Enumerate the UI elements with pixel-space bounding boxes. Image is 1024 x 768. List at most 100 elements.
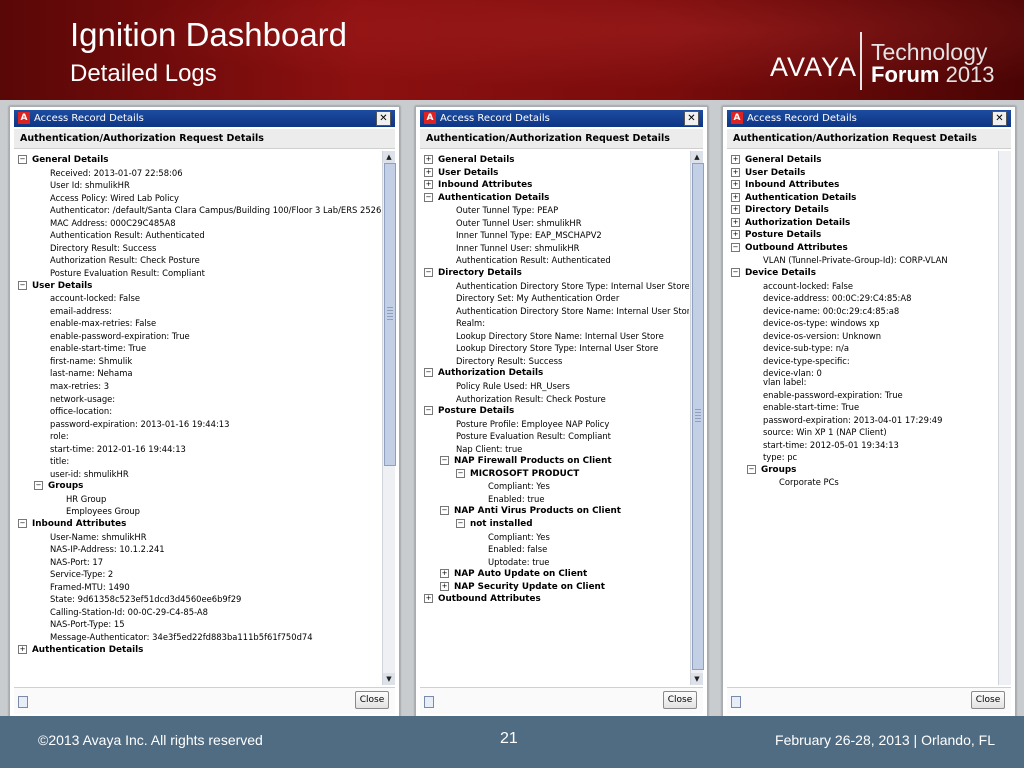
window-title-bar[interactable]: A Access Record Details ✕ (420, 110, 703, 127)
tree-node[interactable]: + Outbound Attributes (424, 593, 541, 605)
tree-node[interactable]: + NAP Auto Update on Client (440, 568, 587, 580)
tree-node[interactable]: + NAP Security Update on Client (440, 581, 605, 593)
tree-node[interactable]: − Device Details (731, 267, 816, 279)
tree-label: password-expiration: 2013-04-01 17:29:49 (763, 414, 943, 425)
expand-icon[interactable]: + (731, 217, 740, 227)
collapse-icon[interactable]: − (34, 481, 43, 491)
section-header: Authentication/Authorization Request Det… (14, 129, 395, 149)
scroll-down-arrow-icon[interactable]: ▼ (691, 673, 703, 685)
expand-icon[interactable]: + (424, 167, 433, 177)
window-close-icon[interactable]: ✕ (684, 111, 699, 126)
collapse-icon[interactable]: − (747, 464, 756, 474)
tree-node[interactable]: − Directory Details (424, 267, 522, 279)
tree-node[interactable]: + Authentication Details (731, 192, 856, 204)
window-close-icon[interactable]: ✕ (376, 111, 391, 126)
window-title-bar[interactable]: A Access Record Details ✕ (14, 110, 395, 127)
collapse-icon[interactable]: − (456, 519, 465, 528)
tree-node[interactable]: − MICROSOFT PRODUCT (456, 468, 579, 480)
tree-node[interactable]: + Inbound Attributes (731, 179, 839, 191)
expand-icon[interactable]: + (424, 180, 433, 190)
tree-node[interactable]: − not installed (456, 518, 533, 530)
tree-node[interactable]: − Authentication Details (424, 192, 549, 204)
collapse-icon[interactable]: − (18, 280, 27, 290)
expand-icon[interactable]: + (731, 230, 740, 240)
expand-icon[interactable]: + (18, 644, 27, 654)
tree-node[interactable]: − Posture Details (424, 405, 514, 417)
tree-label: State: 9d61358c523ef51dcd3d4560ee6b9f29 (50, 594, 242, 605)
collapse-icon[interactable]: − (18, 519, 27, 528)
collapse-icon[interactable]: − (424, 267, 433, 277)
tree-label: Directory Result: Success (50, 242, 157, 253)
tree-node[interactable]: + Directory Details (731, 204, 829, 216)
tree-leaf: User Id: shmulikHR (50, 179, 130, 191)
expand-icon[interactable]: + (424, 594, 433, 604)
tree-node[interactable]: + User Details (424, 167, 498, 179)
close-button[interactable]: Close (971, 691, 1005, 709)
tree-node[interactable]: − Groups (747, 464, 796, 476)
page-subtitle: Detailed Logs (70, 60, 217, 87)
expand-icon[interactable]: + (424, 155, 433, 164)
tree-node[interactable]: − NAP Firewall Products on Client (440, 455, 612, 467)
vertical-scrollbar[interactable]: ▲ ▼ (382, 151, 396, 685)
scroll-up-arrow-icon[interactable]: ▲ (691, 151, 703, 163)
tree-node[interactable]: + General Details (731, 154, 821, 166)
collapse-icon[interactable]: − (18, 155, 27, 164)
tree-node[interactable]: + Inbound Attributes (424, 179, 532, 191)
expand-icon[interactable]: + (731, 192, 740, 202)
tree-leaf: start-time: 2012-05-01 19:34:13 (763, 439, 899, 451)
collapse-icon[interactable]: − (731, 267, 740, 277)
section-header: Authentication/Authorization Request Det… (727, 129, 1011, 149)
window-title-bar[interactable]: A Access Record Details ✕ (727, 110, 1011, 127)
tree-label: Directory Set: My Authentication Order (456, 293, 620, 304)
tree-node[interactable]: − Inbound Attributes (18, 518, 126, 530)
window-close-icon[interactable]: ✕ (992, 111, 1007, 126)
tree-leaf: user-id: shmulikHR (50, 468, 129, 480)
tree-node[interactable]: − General Details (18, 154, 108, 166)
vertical-scrollbar[interactable]: ▲ ▼ (690, 151, 704, 685)
collapse-icon[interactable]: − (424, 192, 433, 202)
tree-node[interactable]: + General Details (424, 154, 514, 166)
scroll-grip-icon (387, 307, 393, 322)
tree-node[interactable]: − NAP Anti Virus Products on Client (440, 505, 621, 517)
tree-leaf: vlan label: (763, 376, 806, 388)
tree-node[interactable]: + User Details (731, 167, 805, 179)
collapse-icon[interactable]: − (424, 368, 433, 378)
close-button[interactable]: Close (663, 691, 697, 709)
tree-node[interactable]: − Authorization Details (424, 367, 543, 379)
expand-icon[interactable]: + (731, 155, 740, 164)
collapse-icon[interactable]: − (731, 242, 740, 252)
tree-leaf: VLAN (Tunnel-Private-Group-Id): CORP-VLA… (763, 254, 948, 266)
tree-label: vlan label: (763, 376, 807, 387)
collapse-icon[interactable]: − (440, 456, 449, 466)
tree-leaf: Authentication Result: Authenticated (50, 229, 205, 241)
app-icon: A (18, 112, 30, 124)
vertical-scrollbar[interactable] (998, 151, 1011, 685)
tree-node[interactable]: − Outbound Attributes (731, 242, 848, 254)
tree-node[interactable]: − User Details (18, 280, 92, 292)
collapse-icon[interactable]: − (440, 506, 449, 516)
tree-label: device-name: 00:0c:29:c4:85:a8 (763, 305, 900, 316)
collapse-icon[interactable]: − (424, 406, 433, 415)
tree-node[interactable]: + Authentication Details (18, 644, 143, 656)
tree-label: NAP Security Update on Client (454, 581, 606, 592)
expand-icon[interactable]: + (731, 180, 740, 190)
tree-node[interactable]: − Groups (34, 480, 83, 492)
scroll-up-arrow-icon[interactable]: ▲ (383, 151, 395, 163)
scroll-down-arrow-icon[interactable]: ▼ (383, 673, 395, 685)
tree-label: Posture Profile: Employee NAP Policy (456, 418, 610, 429)
expand-icon[interactable]: + (731, 205, 740, 215)
expand-icon[interactable]: + (440, 581, 449, 591)
collapse-icon[interactable]: − (456, 468, 465, 478)
expand-icon[interactable]: + (731, 167, 740, 177)
tree-leaf: Corporate PCs (779, 476, 839, 488)
tree-leaf: Service-Type: 2 (50, 568, 113, 580)
expand-icon[interactable]: + (440, 569, 449, 579)
tree-node[interactable]: + Authorization Details (731, 217, 850, 229)
scroll-thumb[interactable] (384, 163, 396, 466)
tree-node[interactable]: + Posture Details (731, 229, 821, 241)
tree-label: Message-Authenticator: 34e3f5ed22fd883ba… (50, 631, 313, 642)
tree-label: Directory Details (745, 205, 829, 216)
close-button[interactable]: Close (355, 691, 389, 709)
tree-leaf: NAS-IP-Address: 10.1.2.241 (50, 543, 165, 555)
scroll-thumb[interactable] (692, 163, 704, 670)
